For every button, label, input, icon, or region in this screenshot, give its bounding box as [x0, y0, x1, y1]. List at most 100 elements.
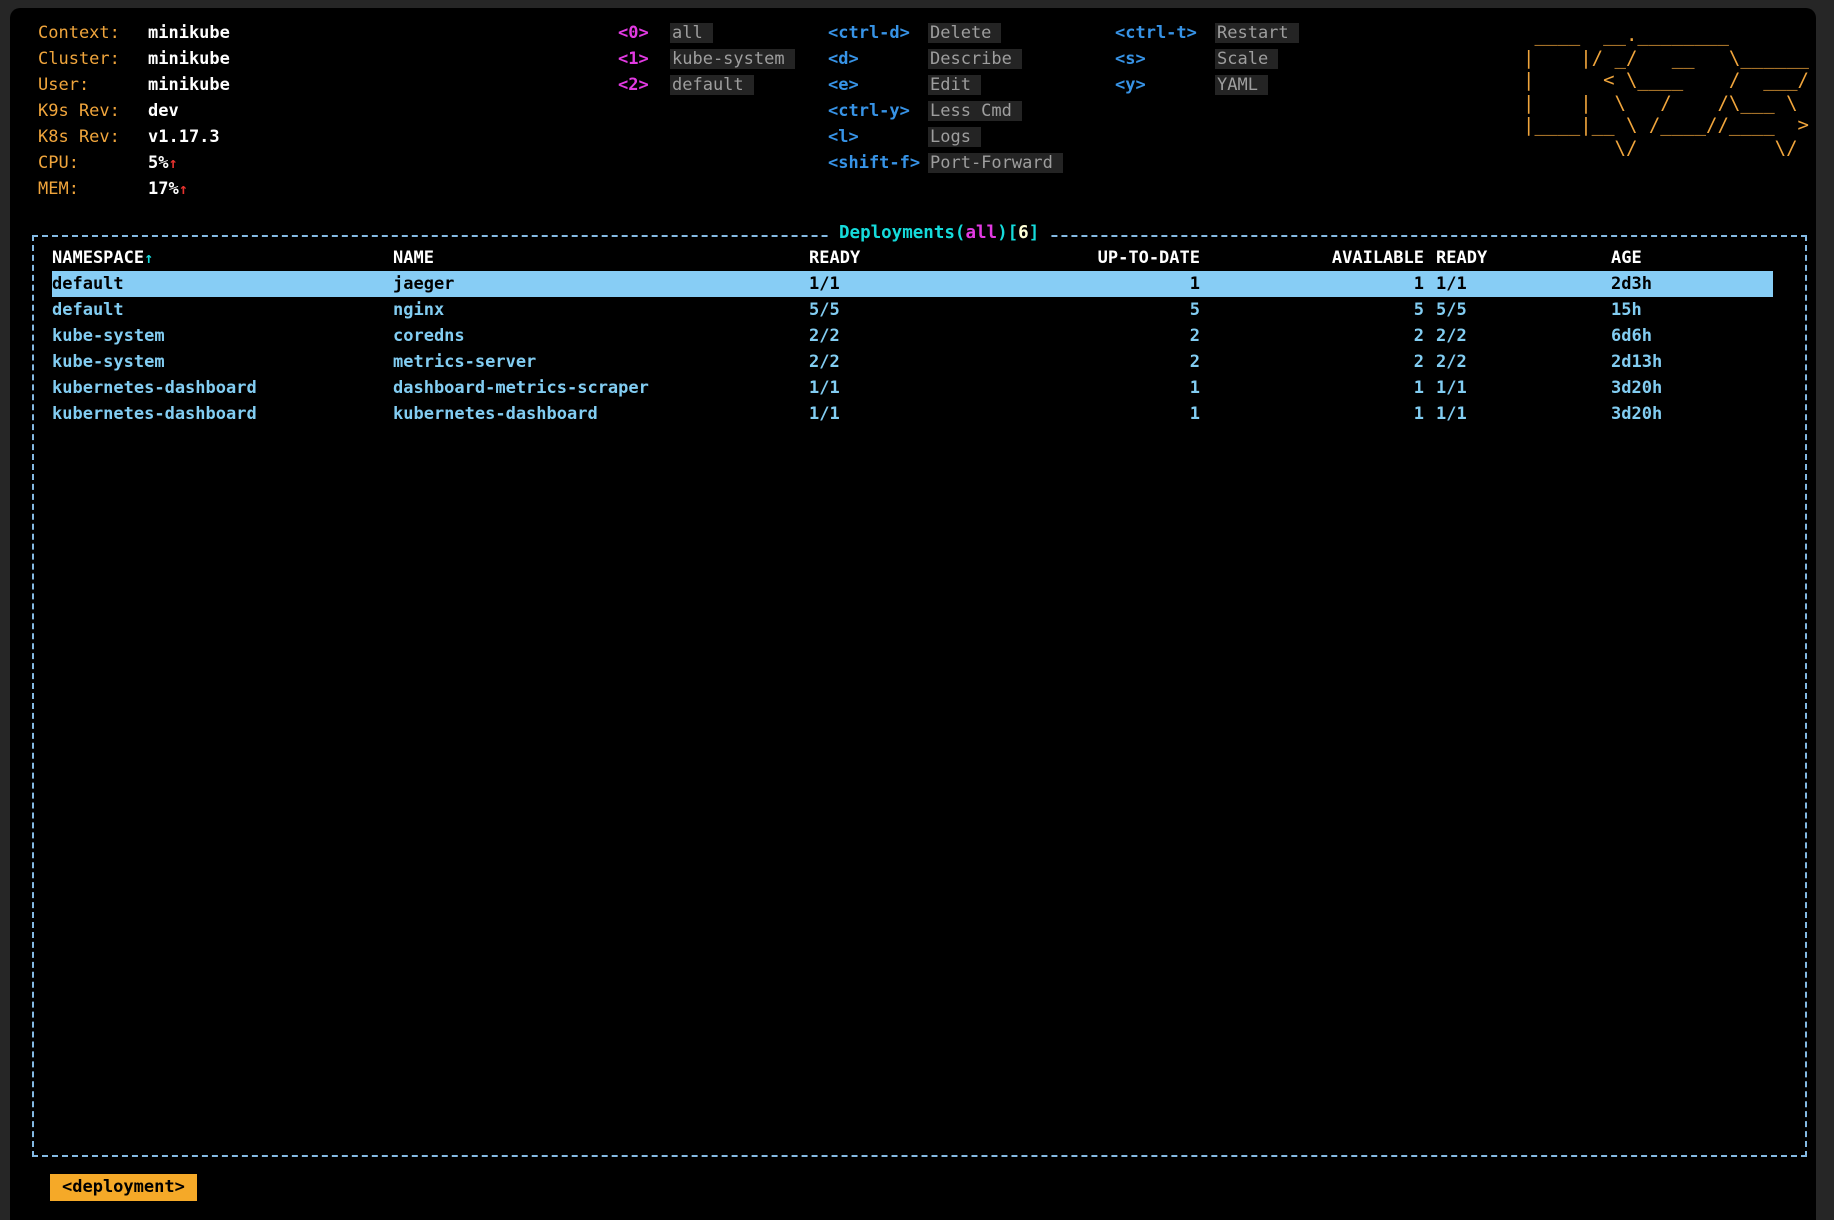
action-hotkey-item[interactable]: <d>Describe [828, 46, 1063, 72]
hotkey-key: <ctrl-y> [828, 98, 928, 124]
cluster-info-label: K9s Rev: [38, 98, 148, 124]
k9s-ascii-logo: ____ __.________ | |/ _/ __ \______ | < … [1523, 24, 1809, 159]
panel-title: Deployments(all)[6] [829, 223, 1049, 243]
cluster-info-value: 17% [148, 179, 179, 199]
cell-available: 1 [1200, 401, 1424, 427]
action-hotkey-item[interactable]: <s>Scale [1115, 46, 1299, 72]
panel-title-scope: all [965, 223, 997, 243]
hotkey-key: <l> [828, 124, 928, 150]
hotkey-key: <ctrl-d> [828, 20, 928, 46]
column-header-name[interactable]: NAME [393, 245, 809, 271]
cluster-info-row: Cluster:minikube [38, 46, 230, 72]
action-hotkey-item[interactable]: <ctrl-d>Delete [828, 20, 1063, 46]
cluster-info-row: K9s Rev:dev [38, 98, 230, 124]
hotkey-label: Describe [928, 49, 1022, 69]
hotkey-label: Port-Forward [928, 153, 1063, 173]
breadcrumb-deployment[interactable]: <deployment> [50, 1174, 197, 1201]
cell-name: metrics-server [393, 349, 809, 375]
action-hotkey-item[interactable]: <e>Edit [828, 72, 1063, 98]
column-header-age[interactable]: AGE [1606, 245, 1773, 271]
namespace-hotkeys: <0>all<1>kube-system<2>default [618, 20, 795, 98]
cell-namespace: default [46, 271, 393, 297]
cluster-info-label: Context: [38, 20, 148, 46]
panel-title-close-paren: ) [997, 223, 1008, 243]
column-header-available[interactable]: AVAILABLE [1200, 245, 1424, 271]
cell-available: 5 [1200, 297, 1424, 323]
cell-ready2: 2/2 [1424, 349, 1606, 375]
namespace-hotkey-item[interactable]: <2>default [618, 72, 795, 98]
cluster-info-label: CPU: [38, 150, 148, 176]
cluster-info: Context:minikubeCluster:minikubeUser:min… [38, 20, 230, 202]
cell-ready2: 1/1 [1424, 375, 1606, 401]
cell-ready: 2/2 [809, 349, 988, 375]
cell-ready: 1/1 [809, 271, 988, 297]
cell-up_to_date: 1 [988, 271, 1200, 297]
cell-up_to_date: 2 [988, 323, 1200, 349]
cell-namespace: kube-system [46, 349, 393, 375]
table-row[interactable]: defaultjaeger1/1111/12d3h [46, 271, 1773, 297]
column-header-ready[interactable]: READY [1424, 245, 1606, 271]
hotkey-label: kube-system [670, 49, 795, 69]
cluster-info-row: Context:minikube [38, 20, 230, 46]
cell-name: coredns [393, 323, 809, 349]
cluster-info-label: MEM: [38, 176, 148, 202]
table-row[interactable]: defaultnginx5/5555/515h [46, 297, 1773, 323]
table-header-row: NAMESPACE↑NAMEREADYUP-TO-DATEAVAILABLERE… [46, 245, 1773, 271]
table-row[interactable]: kubernetes-dashboardkubernetes-dashboard… [46, 401, 1773, 427]
cell-age: 6d6h [1606, 323, 1773, 349]
action-hotkey-item[interactable]: <ctrl-t>Restart [1115, 20, 1299, 46]
cell-ready: 2/2 [809, 323, 988, 349]
action-hotkeys-col1: <ctrl-d>Delete<d>Describe<e>Edit<ctrl-y>… [828, 20, 1063, 176]
k9s-terminal-window: Context:minikubeCluster:minikubeUser:min… [10, 8, 1816, 1220]
namespace-hotkey-item[interactable]: <1>kube-system [618, 46, 795, 72]
hotkey-key: <e> [828, 72, 928, 98]
action-hotkeys-col2: <ctrl-t>Restart<s>Scale<y>YAML [1115, 20, 1299, 98]
hotkey-key: <ctrl-t> [1115, 20, 1215, 46]
trend-up-icon: ↑ [168, 154, 177, 172]
action-hotkey-item[interactable]: <ctrl-y>Less Cmd [828, 98, 1063, 124]
action-hotkey-item[interactable]: <l>Logs [828, 124, 1063, 150]
cell-available: 1 [1200, 375, 1424, 401]
cell-ready: 5/5 [809, 297, 988, 323]
column-header-up-to-date[interactable]: UP-TO-DATE [988, 245, 1200, 271]
panel-title-open-paren: ( [955, 223, 966, 243]
cluster-info-value: minikube [148, 75, 230, 95]
cell-up_to_date: 2 [988, 349, 1200, 375]
sort-ascending-icon: ↑ [144, 249, 153, 267]
hotkey-label: Edit [928, 75, 981, 95]
cell-available: 1 [1200, 271, 1424, 297]
cluster-info-value: v1.17.3 [148, 127, 220, 147]
table-row[interactable]: kube-systemmetrics-server2/2222/22d13h [46, 349, 1773, 375]
column-header-namespace[interactable]: NAMESPACE↑ [46, 245, 393, 271]
hotkey-label: Logs [928, 127, 981, 147]
cell-ready: 1/1 [809, 401, 988, 427]
cluster-info-row: K8s Rev:v1.17.3 [38, 124, 230, 150]
cell-ready2: 5/5 [1424, 297, 1606, 323]
cluster-info-value: minikube [148, 23, 230, 43]
table-row[interactable]: kubernetes-dashboarddashboard-metrics-sc… [46, 375, 1773, 401]
cell-name: kubernetes-dashboard [393, 401, 809, 427]
panel-title-open-bracket: [ [1008, 223, 1019, 243]
hotkey-label: default [670, 75, 754, 95]
hotkey-key: <2> [618, 72, 670, 98]
table-body: defaultjaeger1/1111/12d3hdefaultnginx5/5… [34, 271, 1805, 427]
cluster-info-label: Cluster: [38, 46, 148, 72]
hotkey-key: <1> [618, 46, 670, 72]
cell-age: 2d13h [1606, 349, 1773, 375]
cell-age: 3d20h [1606, 401, 1773, 427]
cell-ready2: 1/1 [1424, 271, 1606, 297]
cell-name: jaeger [393, 271, 809, 297]
column-header-ready[interactable]: READY [809, 245, 988, 271]
namespace-hotkey-item[interactable]: <0>all [618, 20, 795, 46]
action-hotkey-item[interactable]: <shift-f>Port-Forward [828, 150, 1063, 176]
table-row[interactable]: kube-systemcoredns2/2222/26d6h [46, 323, 1773, 349]
deployments-panel: Deployments(all)[6] NAMESPACE↑NAMEREADYU… [32, 235, 1807, 1157]
cell-available: 2 [1200, 349, 1424, 375]
action-hotkey-item[interactable]: <y>YAML [1115, 72, 1299, 98]
hotkey-key: <0> [618, 20, 670, 46]
cell-ready2: 1/1 [1424, 401, 1606, 427]
panel-title-close-bracket: ] [1029, 223, 1040, 243]
cell-namespace: kubernetes-dashboard [46, 401, 393, 427]
hotkey-label: all [670, 23, 713, 43]
cluster-info-row: User:minikube [38, 72, 230, 98]
